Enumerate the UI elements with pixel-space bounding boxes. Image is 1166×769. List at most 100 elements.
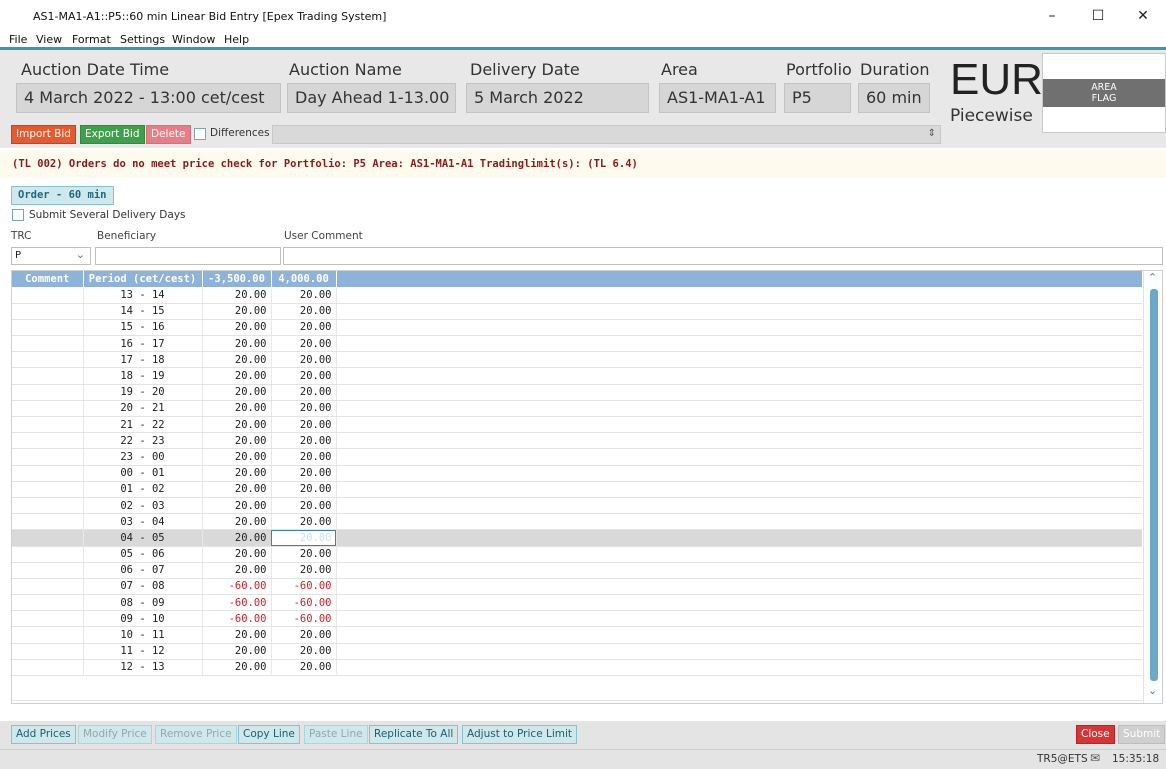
menu-format[interactable]: Format (72, 33, 111, 46)
cell-comment[interactable] (12, 497, 84, 515)
cell-period[interactable]: 23 - 00 (83, 448, 203, 466)
cell-price-2[interactable]: 20.00 (271, 626, 337, 644)
table-row[interactable]: 22 - 23 20.00 20.00 (12, 432, 1142, 450)
table-row[interactable]: 15 - 16 20.00 20.00 (12, 319, 1142, 337)
cell-price-2[interactable]: 20.00 (271, 481, 337, 498)
table-row[interactable]: 04 - 05 20.00 20.00 (12, 529, 1142, 547)
add-prices-button[interactable]: Add Prices (11, 725, 76, 744)
trc-select[interactable]: P ⌄ (11, 247, 91, 265)
cell-period[interactable]: 18 - 19 (83, 367, 203, 385)
table-row[interactable]: 00 - 01 20.00 20.00 (12, 465, 1142, 482)
cell-price-1[interactable]: 20.00 (202, 335, 272, 353)
cell-period[interactable]: 08 - 09 (83, 594, 203, 612)
menu-window[interactable]: Window (172, 33, 215, 46)
cell-price-1[interactable]: 20.00 (202, 448, 272, 466)
cell-price-2[interactable]: 20.00 (271, 303, 337, 320)
cell-period[interactable]: 12 - 13 (83, 659, 203, 677)
differences-select[interactable]: ⇕ (272, 125, 941, 144)
menu-file[interactable]: File (9, 33, 27, 46)
cell-comment[interactable] (12, 562, 84, 579)
table-row[interactable]: 21 - 22 20.00 20.00 (12, 416, 1142, 434)
cell-period[interactable]: 00 - 01 (83, 465, 203, 482)
cell-price-2[interactable]: 20.00 (271, 287, 337, 304)
cell-price-1[interactable]: 20.00 (202, 659, 272, 677)
cell-comment[interactable] (12, 400, 84, 418)
cell-price-1[interactable]: 20.00 (202, 546, 272, 563)
minimize-button[interactable]: – (1029, 0, 1075, 32)
cell-price-1[interactable]: 20.00 (202, 432, 272, 450)
table-row[interactable]: 16 - 17 20.00 20.00 (12, 335, 1142, 353)
menu-view[interactable]: View (36, 33, 62, 46)
scrollbar-thumb[interactable] (1150, 289, 1158, 681)
cell-period[interactable]: 02 - 03 (83, 497, 203, 515)
cell-price-2[interactable]: 20.00 (271, 562, 337, 579)
differences-checkbox[interactable] (194, 128, 206, 140)
table-row[interactable]: 23 - 00 20.00 20.00 (12, 448, 1142, 466)
cell-comment[interactable] (12, 529, 84, 547)
table-row[interactable]: 05 - 06 20.00 20.00 (12, 546, 1142, 563)
cell-price-1[interactable]: 20.00 (202, 287, 272, 304)
table-row[interactable]: 02 - 03 20.00 20.00 (12, 497, 1142, 515)
cell-price-1[interactable]: 20.00 (202, 351, 272, 369)
cell-price-1[interactable]: 20.00 (202, 626, 272, 644)
tab-order-60-min[interactable]: Order - 60 min (11, 186, 114, 205)
cell-comment[interactable] (12, 416, 84, 434)
cell-price-1[interactable]: 20.00 (202, 367, 272, 385)
col-header-comment[interactable]: Comment (12, 271, 84, 287)
cell-comment[interactable] (12, 384, 84, 401)
cell-price-2[interactable]: 20.00 (271, 400, 337, 418)
table-row[interactable]: 12 - 13 20.00 20.00 (12, 659, 1142, 677)
cell-comment[interactable] (12, 594, 84, 612)
cell-price-1[interactable]: 20.00 (202, 319, 272, 337)
cell-period[interactable]: 22 - 23 (83, 432, 203, 450)
cell-comment[interactable] (12, 659, 84, 677)
cell-period[interactable]: 04 - 05 (83, 529, 203, 547)
cell-price-2[interactable]: 20.00 (271, 432, 337, 450)
cell-period[interactable]: 20 - 21 (83, 400, 203, 418)
table-row[interactable]: 13 - 14 20.00 20.00 (12, 287, 1142, 304)
cell-price-2[interactable]: -60.00 (271, 578, 337, 596)
cell-period[interactable]: 10 - 11 (83, 626, 203, 644)
cell-period[interactable]: 05 - 06 (83, 546, 203, 563)
replicate-to-all-button[interactable]: Replicate To All (369, 725, 459, 744)
cell-price-2[interactable]: 20.00 (271, 448, 337, 466)
grid-scrollbar[interactable]: ⌃ ⌄ (1143, 271, 1162, 703)
cell-price-2[interactable]: 20.00 (271, 384, 337, 401)
col-header-price-2[interactable]: 4,000.00 (271, 271, 337, 287)
cell-comment[interactable] (12, 303, 84, 320)
cell-comment[interactable] (12, 626, 84, 644)
cell-price-1[interactable]: 20.00 (202, 481, 272, 498)
cell-period[interactable]: 14 - 15 (83, 303, 203, 320)
cell-comment[interactable] (12, 643, 84, 660)
close-window-button[interactable]: ✕ (1120, 0, 1166, 32)
cell-price-2[interactable]: 20.00 (271, 335, 337, 353)
table-row[interactable]: 08 - 09 -60.00 -60.00 (12, 594, 1142, 612)
submit-several-days-checkbox[interactable] (12, 209, 24, 221)
table-row[interactable]: 11 - 12 20.00 20.00 (12, 643, 1142, 660)
paste-line-button[interactable]: Paste Line (304, 725, 368, 744)
delete-button[interactable]: Delete (146, 125, 191, 144)
cell-price-1[interactable]: 20.00 (202, 562, 272, 579)
close-button[interactable]: Close (1076, 725, 1115, 744)
cell-price-1[interactable]: 20.00 (202, 384, 272, 401)
table-row[interactable]: 19 - 20 20.00 20.00 (12, 384, 1142, 401)
cell-price-2[interactable]: 20.00 (271, 367, 337, 385)
cell-period[interactable]: 03 - 04 (83, 513, 203, 531)
user-comment-input[interactable] (283, 247, 1163, 265)
table-row[interactable]: 09 - 10 -60.00 -60.00 (12, 610, 1142, 628)
cell-comment[interactable] (12, 287, 84, 304)
cell-period[interactable]: 19 - 20 (83, 384, 203, 401)
maximize-button[interactable]: ☐ (1075, 0, 1121, 32)
table-row[interactable]: 03 - 04 20.00 20.00 (12, 513, 1142, 531)
col-header-period[interactable]: Period (cet/cest) (83, 271, 203, 287)
table-row[interactable]: 06 - 07 20.00 20.00 (12, 562, 1142, 579)
menu-settings[interactable]: Settings (120, 33, 165, 46)
cell-period[interactable]: 17 - 18 (83, 351, 203, 369)
cell-price-2[interactable]: -60.00 (271, 594, 337, 612)
cell-period[interactable]: 15 - 16 (83, 319, 203, 337)
table-row[interactable]: 10 - 11 20.00 20.00 (12, 626, 1142, 644)
export-bid-button[interactable]: Export Bid (80, 125, 145, 144)
modify-price-button[interactable]: Modify Price (78, 725, 152, 744)
table-row[interactable]: 20 - 21 20.00 20.00 (12, 400, 1142, 418)
cell-comment[interactable] (12, 610, 84, 628)
